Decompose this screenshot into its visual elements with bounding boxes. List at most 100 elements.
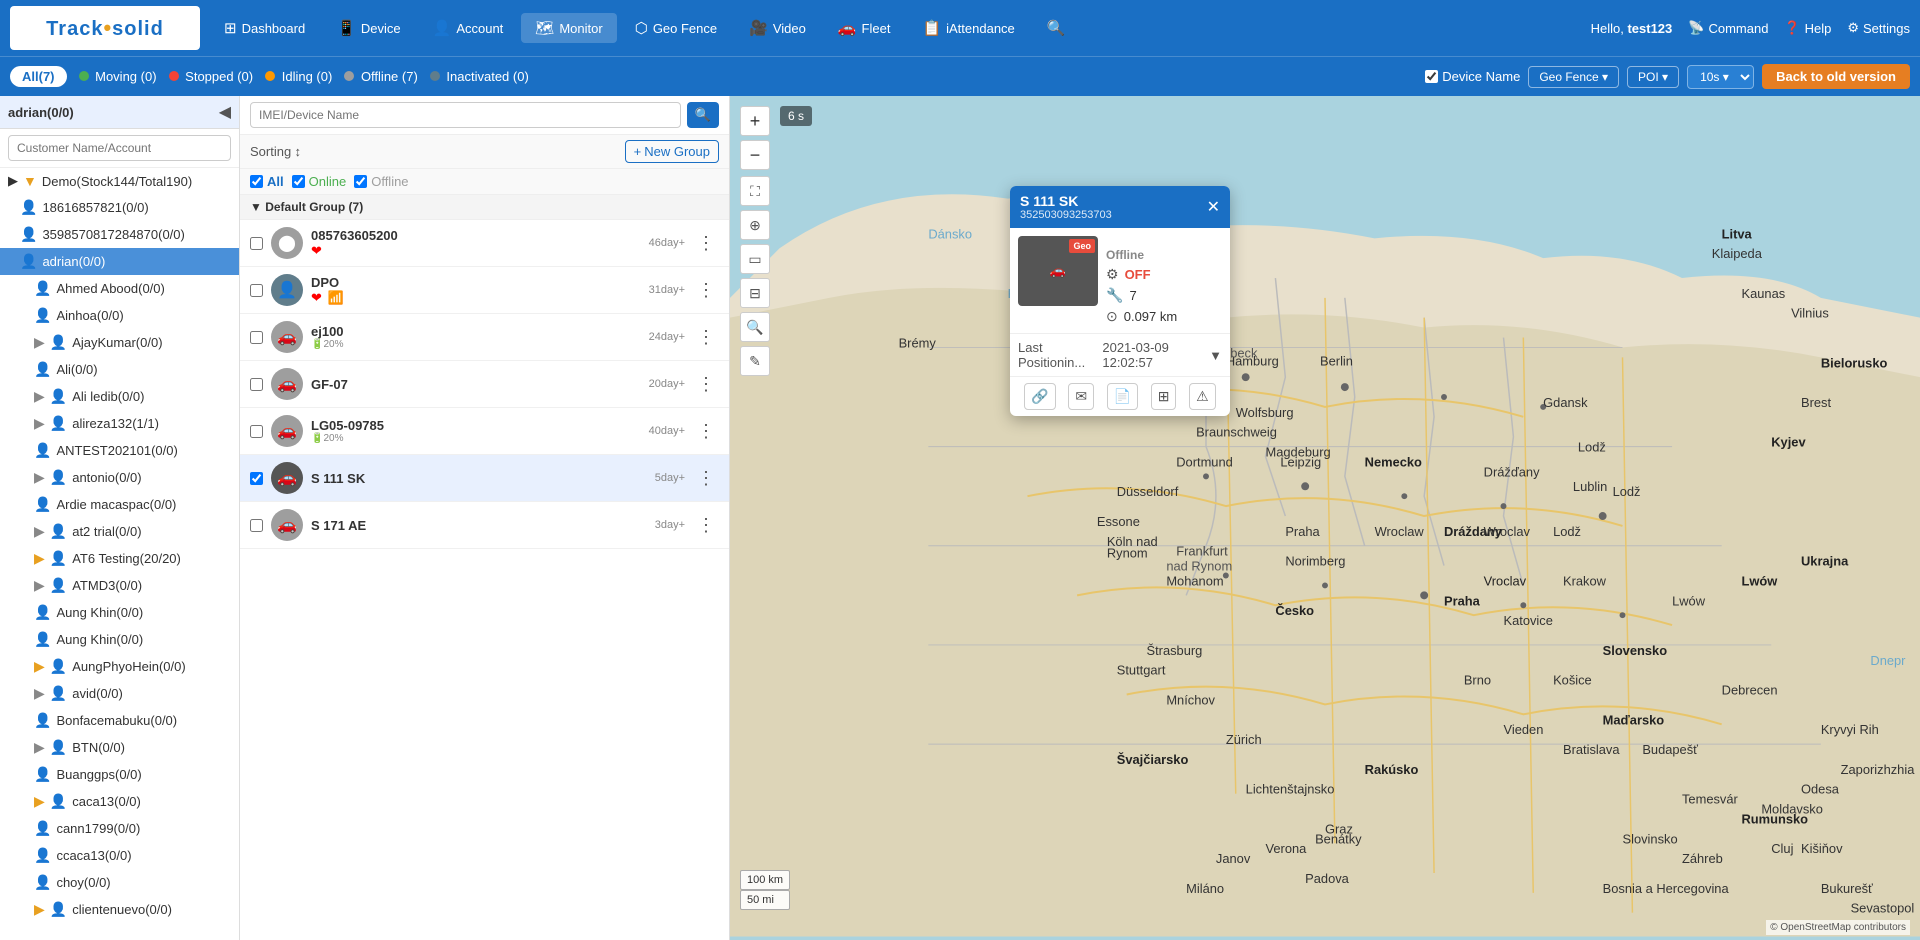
- filter-offline[interactable]: Offline: [354, 174, 408, 189]
- popup-close-button[interactable]: ✕: [1207, 197, 1220, 217]
- nav-item-fleet[interactable]: 🚗 Fleet: [824, 13, 905, 43]
- device-more-btn-2[interactable]: ⋮: [693, 280, 719, 301]
- status-moving[interactable]: Moving (0): [79, 69, 157, 84]
- new-group-button[interactable]: + New Group: [625, 140, 719, 163]
- tree-item-aung-khin1[interactable]: 👤 Aung Khin(0/0): [0, 599, 239, 626]
- all-badge[interactable]: All(7): [10, 66, 67, 87]
- user-icon-ali: 👤: [34, 361, 51, 378]
- nav-right: Hello, test123 📡 Command ❓ Help ⚙ Settin…: [1591, 20, 1910, 36]
- popup-link-btn[interactable]: 🔗: [1024, 383, 1055, 410]
- tree-item-avid[interactable]: ▶ 👤 avid(0/0): [0, 680, 239, 707]
- device-name-text-4: GF-07: [311, 377, 641, 392]
- device-more-btn-7[interactable]: ⋮: [693, 515, 719, 536]
- nav-item-account[interactable]: 👤 Account: [419, 13, 518, 43]
- tree-item-18616[interactable]: 👤 18616857821(0/0): [0, 194, 239, 221]
- nav-item-dashboard[interactable]: ⊞ Dashboard: [210, 13, 319, 43]
- filter-online[interactable]: Online: [292, 174, 347, 189]
- tree-item-ccaca13[interactable]: 👤 ccaca13(0/0): [0, 842, 239, 869]
- tree-item-label: Ainhoa(0/0): [56, 308, 123, 323]
- map-area[interactable]: Hamburg Berlin Dortmund Leipzig Lübeck P…: [730, 96, 1920, 940]
- tree-item-bonface[interactable]: 👤 Bonfacemabuku(0/0): [0, 707, 239, 734]
- polygon-tool-btn[interactable]: ▭: [740, 244, 770, 274]
- device-checkbox-3[interactable]: [250, 331, 263, 344]
- geo-fence-btn[interactable]: Geo Fence ▾: [1528, 66, 1619, 88]
- poi-btn[interactable]: POI ▾: [1627, 66, 1679, 88]
- logo[interactable]: Track•solid: [10, 6, 200, 50]
- expand-icon[interactable]: ▼: [1209, 348, 1222, 363]
- device-more-btn-4[interactable]: ⋮: [693, 374, 719, 395]
- settings-btn[interactable]: ⚙ Settings: [1847, 20, 1910, 36]
- tree-item-alireza[interactable]: ▶ 👤 alireza132(1/1): [0, 410, 239, 437]
- device-more-btn-1[interactable]: ⋮: [693, 233, 719, 254]
- layers-tool-btn[interactable]: ⊟: [740, 278, 770, 308]
- cluster-tool-btn[interactable]: ⊕: [740, 210, 770, 240]
- device-name-checkbox[interactable]: Device Name: [1425, 69, 1520, 84]
- zoom-in-button[interactable]: +: [740, 106, 770, 136]
- nav-item-monitor[interactable]: 🗺 Monitor: [521, 13, 616, 43]
- tree-item-ali-ledib[interactable]: ▶ 👤 Ali ledib(0/0): [0, 383, 239, 410]
- tree-item-caca13[interactable]: ▶ 👤 caca13(0/0): [0, 788, 239, 815]
- chevron-btn: ▶: [34, 739, 45, 756]
- status-offline[interactable]: Offline (7): [344, 69, 417, 84]
- tree-item-adrian[interactable]: 👤 adrian(0/0): [0, 248, 239, 275]
- tree-item-antonio[interactable]: ▶ 👤 antonio(0/0): [0, 464, 239, 491]
- tree-item-ali[interactable]: 👤 Ali(0/0): [0, 356, 239, 383]
- popup-body: 🚗 Geo Offline ⚙ OFF 🔧 7: [1010, 228, 1230, 333]
- customer-search-input[interactable]: [8, 135, 231, 161]
- device-panel: 🔍 Sorting ↕ + New Group All Online: [240, 96, 730, 940]
- device-search-input[interactable]: [250, 102, 681, 128]
- tree-item-choy[interactable]: 👤 choy(0/0): [0, 869, 239, 896]
- nav-item-iattendance[interactable]: 📋 iAttendance: [908, 13, 1028, 43]
- tree-item-cann1799[interactable]: 👤 cann1799(0/0): [0, 815, 239, 842]
- status-idling[interactable]: Idling (0): [265, 69, 332, 84]
- fullscreen-tool-btn[interactable]: ⛶: [740, 176, 770, 206]
- popup-report-btn[interactable]: 📄: [1107, 383, 1138, 410]
- status-inactivated[interactable]: Inactivated (0): [430, 69, 529, 84]
- device-checkbox-4[interactable]: [250, 378, 263, 391]
- tree-item-aung-khin2[interactable]: 👤 Aung Khin(0/0): [0, 626, 239, 653]
- device-more-btn-6[interactable]: ⋮: [693, 468, 719, 489]
- device-more-btn-5[interactable]: ⋮: [693, 421, 719, 442]
- device-checkbox-7[interactable]: [250, 519, 263, 532]
- command-btn[interactable]: 📡 Command: [1688, 20, 1768, 36]
- status-stopped[interactable]: Stopped (0): [169, 69, 254, 84]
- popup-grid-btn[interactable]: ⊞: [1151, 383, 1177, 410]
- nav-item-search[interactable]: 🔍: [1033, 13, 1080, 43]
- device-search-button[interactable]: 🔍: [687, 102, 719, 128]
- tree-item-clientenuevo[interactable]: ▶ 👤 clientenuevo(0/0): [0, 896, 239, 923]
- nav-item-geofence[interactable]: ⬡ Geo Fence: [621, 13, 731, 43]
- popup-geo-tag: Geo: [1069, 239, 1095, 253]
- device-checkbox-1[interactable]: [250, 237, 263, 250]
- tree-item-atmd3[interactable]: ▶ 👤 ATMD3(0/0): [0, 572, 239, 599]
- device-more-btn-3[interactable]: ⋮: [693, 327, 719, 348]
- tree-item-btn[interactable]: ▶ 👤 BTN(0/0): [0, 734, 239, 761]
- search-tool-btn[interactable]: 🔍: [740, 312, 770, 342]
- tree-item-ardie[interactable]: 👤 Ardie macaspac(0/0): [0, 491, 239, 518]
- nav-item-device[interactable]: 📱 Device: [323, 13, 414, 43]
- nav-item-video[interactable]: 🎥 Video: [735, 13, 820, 43]
- back-old-version-button[interactable]: Back to old version: [1762, 64, 1910, 89]
- tree-item-at2[interactable]: ▶ 👤 at2 trial(0/0): [0, 518, 239, 545]
- help-btn[interactable]: ❓ Help: [1784, 20, 1831, 36]
- tree-item-aungphyo[interactable]: ▶ 👤 AungPhyoHein(0/0): [0, 653, 239, 680]
- edit-tool-btn[interactable]: ✎: [740, 346, 770, 376]
- tree-item-demo[interactable]: ▶ ▼ Demo(Stock144/Total190): [0, 168, 239, 194]
- tree-item-35985[interactable]: 👤 3598570817284870(0/0): [0, 221, 239, 248]
- tree-item-buang[interactable]: 👤 Buanggps(0/0): [0, 761, 239, 788]
- tree-item-ajay[interactable]: ▶ 👤 AjayKumar(0/0): [0, 329, 239, 356]
- device-checkbox-2[interactable]: [250, 284, 263, 297]
- device-checkbox-6[interactable]: [250, 472, 263, 485]
- tree-item-antest[interactable]: 👤 ANTEST202101(0/0): [0, 437, 239, 464]
- zoom-out-button[interactable]: −: [740, 140, 770, 170]
- svg-text:Verona: Verona: [1266, 841, 1308, 856]
- tree-item-ainhoa[interactable]: 👤 Ainhoa(0/0): [0, 302, 239, 329]
- popup-message-btn[interactable]: ✉: [1068, 383, 1094, 410]
- device-checkbox-5[interactable]: [250, 425, 263, 438]
- tree-item-ahmed[interactable]: 👤 Ahmed Abood(0/0): [0, 275, 239, 302]
- tree-item-at6[interactable]: ▶ 👤 AT6 Testing(20/20): [0, 545, 239, 572]
- group-label[interactable]: ▼ Default Group (7): [240, 195, 729, 220]
- popup-alert-btn[interactable]: ⚠: [1189, 383, 1216, 410]
- sidebar-toggle-btn[interactable]: ◀: [219, 102, 231, 122]
- interval-select[interactable]: 10s ▾ 30s 60s: [1687, 65, 1754, 89]
- filter-all[interactable]: All: [250, 174, 284, 189]
